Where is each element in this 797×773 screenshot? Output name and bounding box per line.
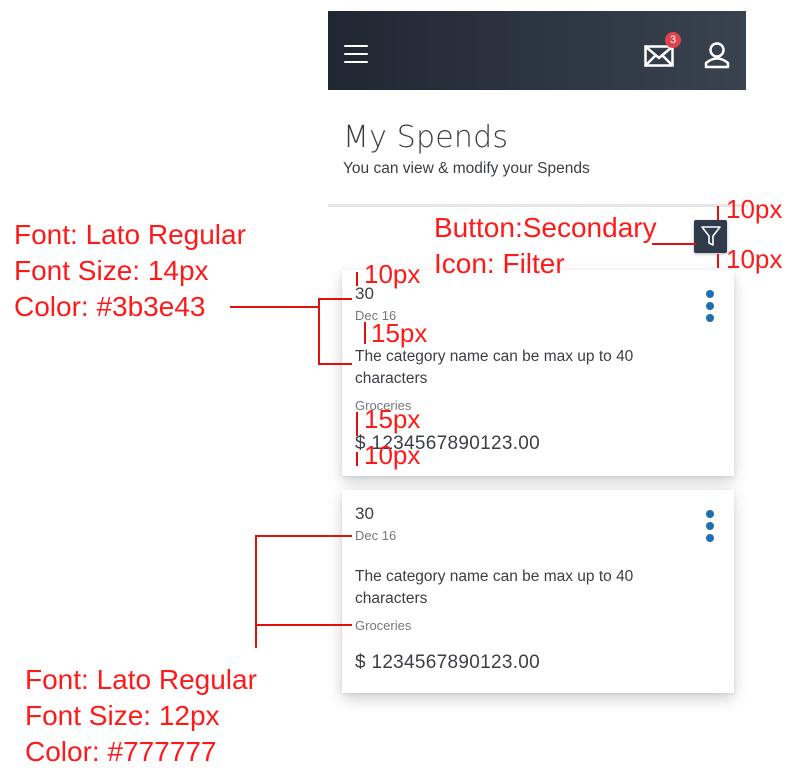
spacing-label: 15px [371, 318, 428, 348]
spend-category: The category name can be max up to 40 ch… [355, 346, 695, 390]
spend-card[interactable]: 30 Dec 16 The category name can be max u… [342, 490, 734, 693]
spacing-label: 10px [726, 244, 783, 274]
spend-date: Dec 16 [355, 528, 397, 543]
filter-icon [701, 226, 721, 246]
app-header [328, 11, 746, 90]
spacing-marker [356, 412, 358, 436]
spacing-marker [717, 206, 719, 220]
category-line-2: characters [355, 370, 428, 387]
more-options-icon[interactable] [705, 290, 715, 322]
annotation-button-type: Button:Secondary [434, 212, 657, 243]
annotation-bracket [318, 298, 320, 364]
hamburger-icon[interactable] [344, 45, 368, 63]
spacing-marker [356, 452, 358, 466]
filter-button[interactable] [694, 220, 727, 253]
annotation-bracket [255, 535, 352, 537]
category-line-2: characters [355, 590, 428, 607]
spacing-label: 10px [364, 259, 421, 289]
page-title: My Spends [343, 120, 509, 155]
more-options-icon[interactable] [705, 510, 715, 542]
spacing-label: 10px [364, 440, 421, 470]
spend-category: The category name can be max up to 40 ch… [355, 566, 695, 610]
spend-amount: $ 1234567890123.00 [355, 652, 541, 673]
annotation-leader [230, 306, 320, 308]
spend-group: Groceries [355, 618, 412, 633]
spacing-marker [356, 272, 358, 286]
annotation-size: Font Size: 12px [25, 700, 220, 731]
spacing-label: 10px [726, 194, 783, 224]
annotation-bracket [255, 535, 257, 648]
annotation-font: Font: Lato Regular [25, 664, 257, 695]
annotation-font-spec-2: Font: Lato Regular Font Size: 12px Color… [25, 662, 257, 770]
spacing-marker [364, 322, 366, 344]
notification-badge: 3 [665, 32, 681, 48]
annotation-color: Color: #3b3e43 [14, 291, 206, 322]
envelope-icon[interactable] [644, 45, 674, 67]
annotation-button-spec: Button:Secondary Icon: Filter [434, 210, 657, 282]
spend-day: 30 [355, 504, 374, 523]
annotation-bracket [255, 624, 352, 626]
annotation-font-spec-1: Font: Lato Regular Font Size: 14px Color… [14, 217, 246, 325]
annotation-bracket [318, 298, 352, 300]
annotation-size: Font Size: 14px [14, 255, 209, 286]
annotation-leader [652, 243, 696, 245]
page-subtitle: You can view & modify your Spends [343, 160, 590, 177]
divider [328, 204, 746, 207]
user-icon[interactable] [703, 41, 731, 69]
annotation-bracket [318, 363, 352, 365]
annotation-color: Color: #777777 [25, 736, 217, 767]
spacing-marker [717, 254, 719, 268]
spacing-label: 15px [364, 404, 421, 434]
category-line-1: The category name can be max up to 40 [355, 568, 634, 585]
annotation-button-icon: Icon: Filter [434, 248, 565, 279]
annotation-font: Font: Lato Regular [14, 219, 246, 250]
category-line-1: The category name can be max up to 40 [355, 348, 634, 365]
